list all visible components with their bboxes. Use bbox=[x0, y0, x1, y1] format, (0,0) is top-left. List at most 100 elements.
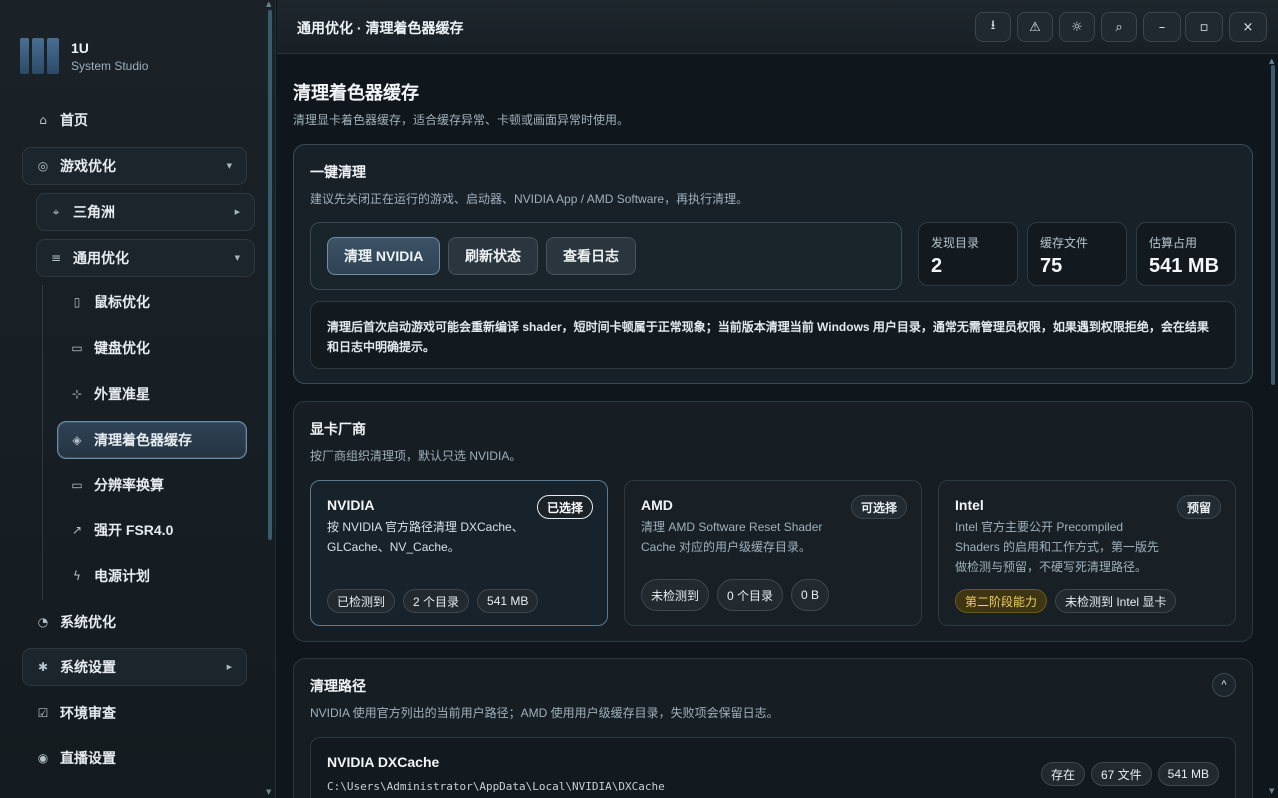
sidebar-item-resolution[interactable]: ▭ 分辨率换算 bbox=[70, 466, 247, 504]
vendor-card-intel[interactable]: Intel 预留 Intel 官方主要公开 Precompiled Shader… bbox=[938, 480, 1236, 626]
top-bar: 通用优化 · 清理着色器缓存 ⭳ ⚠ ☼ ⌕ – ▫ × bbox=[277, 0, 1278, 54]
sidebar-item-label: 通用优化 bbox=[73, 250, 129, 266]
size-chip: 541 MB bbox=[1157, 762, 1219, 786]
action-panel: 清理 NVIDIA 刷新状态 查看日志 bbox=[310, 222, 902, 290]
stat-label: 缓存文件 bbox=[1040, 236, 1089, 250]
vendor-card-amd[interactable]: AMD 可选择 清理 AMD Software Reset Shader Cac… bbox=[624, 480, 922, 626]
mouse-icon: ▯ bbox=[73, 295, 81, 309]
crosshair-icon: ⊹ bbox=[71, 387, 83, 401]
gear-icon: ✱ bbox=[37, 660, 49, 674]
stat-size: 估算占用 541 MB bbox=[1136, 222, 1236, 286]
sidebar-item-home[interactable]: ⌂ 首页 bbox=[36, 101, 246, 139]
search-icon: ⌕ bbox=[1115, 19, 1123, 35]
checkbox-icon: ☑ bbox=[37, 706, 49, 720]
view-log-button[interactable]: 查看日志 bbox=[546, 237, 636, 275]
stat-value: 2 bbox=[931, 255, 943, 277]
sidebar-item-label: 系统优化 bbox=[60, 614, 116, 630]
search-button[interactable]: ⌕ bbox=[1101, 12, 1137, 42]
monitor-icon: ▭ bbox=[71, 478, 83, 492]
download-icon: ⭳ bbox=[990, 18, 996, 33]
card-description: NVIDIA 使用官方列出的当前用户路径；AMD 使用用户级缓存目录，失败项会保… bbox=[310, 706, 779, 720]
file-count-chip: 67 文件 bbox=[1090, 762, 1152, 786]
path-name: NVIDIA DXCache bbox=[327, 754, 440, 770]
chevron-right-icon: ▶ bbox=[226, 663, 232, 671]
sidebar-item-label: 电源计划 bbox=[94, 568, 150, 584]
vendor-description: 按 NVIDIA 官方路径清理 DXCache、GLCache、NV_Cache… bbox=[327, 520, 524, 554]
stat-label: 估算占用 bbox=[1149, 236, 1198, 250]
minimize-button[interactable]: – bbox=[1143, 12, 1181, 42]
vendor-description: 清理 AMD Software Reset Shader Cache 对应的用户… bbox=[641, 520, 823, 554]
sidebar-item-label: 键盘优化 bbox=[94, 340, 150, 356]
page-title: 清理着色器缓存 bbox=[293, 83, 419, 103]
sidebar-item-live[interactable]: ◉ 直播设置 bbox=[36, 739, 246, 777]
dir-count-chip: 0 个目录 bbox=[717, 579, 784, 611]
paths-card: 清理路径 NVIDIA 使用官方列出的当前用户路径；AMD 使用用户级缓存目录，… bbox=[293, 658, 1253, 798]
tree-line bbox=[42, 285, 43, 600]
app-name: 1U bbox=[71, 39, 89, 56]
chevron-down-icon: ▼ bbox=[234, 254, 240, 262]
card-description: 按厂商组织清理项，默认只选 NVIDIA。 bbox=[310, 449, 522, 463]
download-button[interactable]: ⭳ bbox=[975, 12, 1011, 42]
sidebar-item-system-opt[interactable]: ◔ 系统优化 bbox=[36, 603, 246, 641]
vendor-chips: 未检测到 0 个目录 0 B bbox=[641, 579, 830, 611]
close-button[interactable]: × bbox=[1229, 12, 1267, 42]
exists-chip: 存在 bbox=[1040, 762, 1085, 786]
gauge-icon: ◔ bbox=[37, 615, 49, 629]
sidebar-scroll-down-icon[interactable]: ▼ bbox=[266, 788, 271, 796]
path-row: NVIDIA DXCache C:\Users\Administrator\Ap… bbox=[310, 737, 1236, 798]
content-scroll-down-icon[interactable]: ▼ bbox=[1269, 787, 1274, 795]
sidebar-item-crosshair[interactable]: ⊹ 外置准星 bbox=[70, 375, 247, 413]
sidebar-item-mouse[interactable]: ▯ 鼠标优化 bbox=[70, 283, 247, 321]
collapse-button[interactable]: ^ bbox=[1212, 673, 1236, 697]
size-chip: 541 MB bbox=[477, 589, 539, 613]
sidebar-scroll-up-icon[interactable]: ▲ bbox=[266, 0, 271, 8]
chevron-down-icon: ▼ bbox=[226, 162, 232, 170]
content-scroll-up-icon[interactable]: ▲ bbox=[1269, 57, 1274, 65]
alert-button[interactable]: ⚠ bbox=[1017, 12, 1053, 42]
detect-chip: 未检测到 Intel 显卡 bbox=[1055, 589, 1177, 613]
vendor-chips: 第二阶段能力 未检测到 Intel 显卡 bbox=[955, 589, 1177, 613]
sidebar-scrollbar[interactable] bbox=[268, 10, 272, 540]
target-icon: ◎ bbox=[37, 159, 49, 173]
sidebar-item-label: 首页 bbox=[60, 112, 88, 128]
bolt-icon: ϟ bbox=[73, 569, 81, 583]
stat-files: 缓存文件 75 bbox=[1027, 222, 1127, 286]
sidebar-item-label: 三角洲 bbox=[73, 204, 115, 220]
refresh-button[interactable]: 刷新状态 bbox=[448, 237, 538, 275]
vendor-description: Intel 官方主要公开 Precompiled Shaders 的启用和工作方… bbox=[955, 520, 1160, 574]
crosshair-icon: ⌖ bbox=[52, 204, 60, 219]
sidebar-item-label: 游戏优化 bbox=[60, 158, 116, 174]
sidebar-item-system-settings[interactable]: ✱ 系统设置 ▶ bbox=[22, 648, 247, 686]
sidebar-item-delta[interactable]: ⌖ 三角洲 ▶ bbox=[36, 193, 255, 231]
sidebar-item-game-opt[interactable]: ◎ 游戏优化 ▼ bbox=[22, 147, 247, 185]
sidebar-item-power[interactable]: ϟ 电源计划 bbox=[70, 557, 247, 595]
keyboard-icon: ▭ bbox=[71, 341, 83, 355]
main-area: 通用优化 · 清理着色器缓存 ⭳ ⚠ ☼ ⌕ – ▫ × ▲ ▼ 清理着色器缓存… bbox=[277, 0, 1278, 798]
card-title: 显卡厂商 bbox=[310, 421, 366, 437]
content-scrollbar[interactable] bbox=[1271, 65, 1275, 385]
logo-mark-icon bbox=[20, 38, 60, 74]
minimize-icon: – bbox=[1158, 19, 1166, 35]
theme-button[interactable]: ☼ bbox=[1059, 12, 1095, 42]
sidebar-item-env-audit[interactable]: ☑ 环境审查 bbox=[36, 694, 246, 732]
chevron-right-icon: ▶ bbox=[234, 208, 240, 216]
vendor-card-nvidia[interactable]: NVIDIA 已选择 按 NVIDIA 官方路径清理 DXCache、GLCac… bbox=[310, 480, 608, 626]
vendor-status-badge: 已选择 bbox=[536, 495, 593, 519]
sidebar-item-shader-cache[interactable]: ◈ 清理着色器缓存 bbox=[57, 421, 247, 459]
maximize-button[interactable]: ▫ bbox=[1185, 12, 1223, 42]
layers-icon: ◈ bbox=[72, 433, 82, 447]
sidebar: ▲ ▼ 1U System Studio ⌂ 首页 ◎ 游戏优化 ▼ ⌖ 三角洲… bbox=[0, 0, 276, 798]
app-logo: 1U System Studio bbox=[20, 38, 148, 74]
sidebar-item-general[interactable]: ≡ 通用优化 ▼ bbox=[36, 239, 255, 277]
sidebar-item-keyboard[interactable]: ▭ 键盘优化 bbox=[70, 329, 247, 367]
app-subtitle: System Studio bbox=[71, 58, 149, 73]
stat-value: 75 bbox=[1040, 255, 1063, 277]
content-area: ▲ ▼ 清理着色器缓存 清理显卡着色器缓存，适合缓存异常、卡顿或画面异常时使用。… bbox=[277, 55, 1278, 798]
sidebar-item-label: 环境审查 bbox=[60, 705, 116, 721]
oneclick-card: 一键清理 建议先关闭正在运行的游戏、启动器、NVIDIA App / AMD S… bbox=[293, 144, 1253, 384]
stat-label: 发现目录 bbox=[931, 236, 980, 250]
path-chips: 存在 67 文件 541 MB bbox=[1040, 762, 1219, 786]
card-title: 清理路径 bbox=[310, 678, 366, 694]
clean-nvidia-button[interactable]: 清理 NVIDIA bbox=[327, 237, 441, 275]
sidebar-item-fsr[interactable]: ↗ 强开 FSR4.0 bbox=[70, 511, 247, 549]
